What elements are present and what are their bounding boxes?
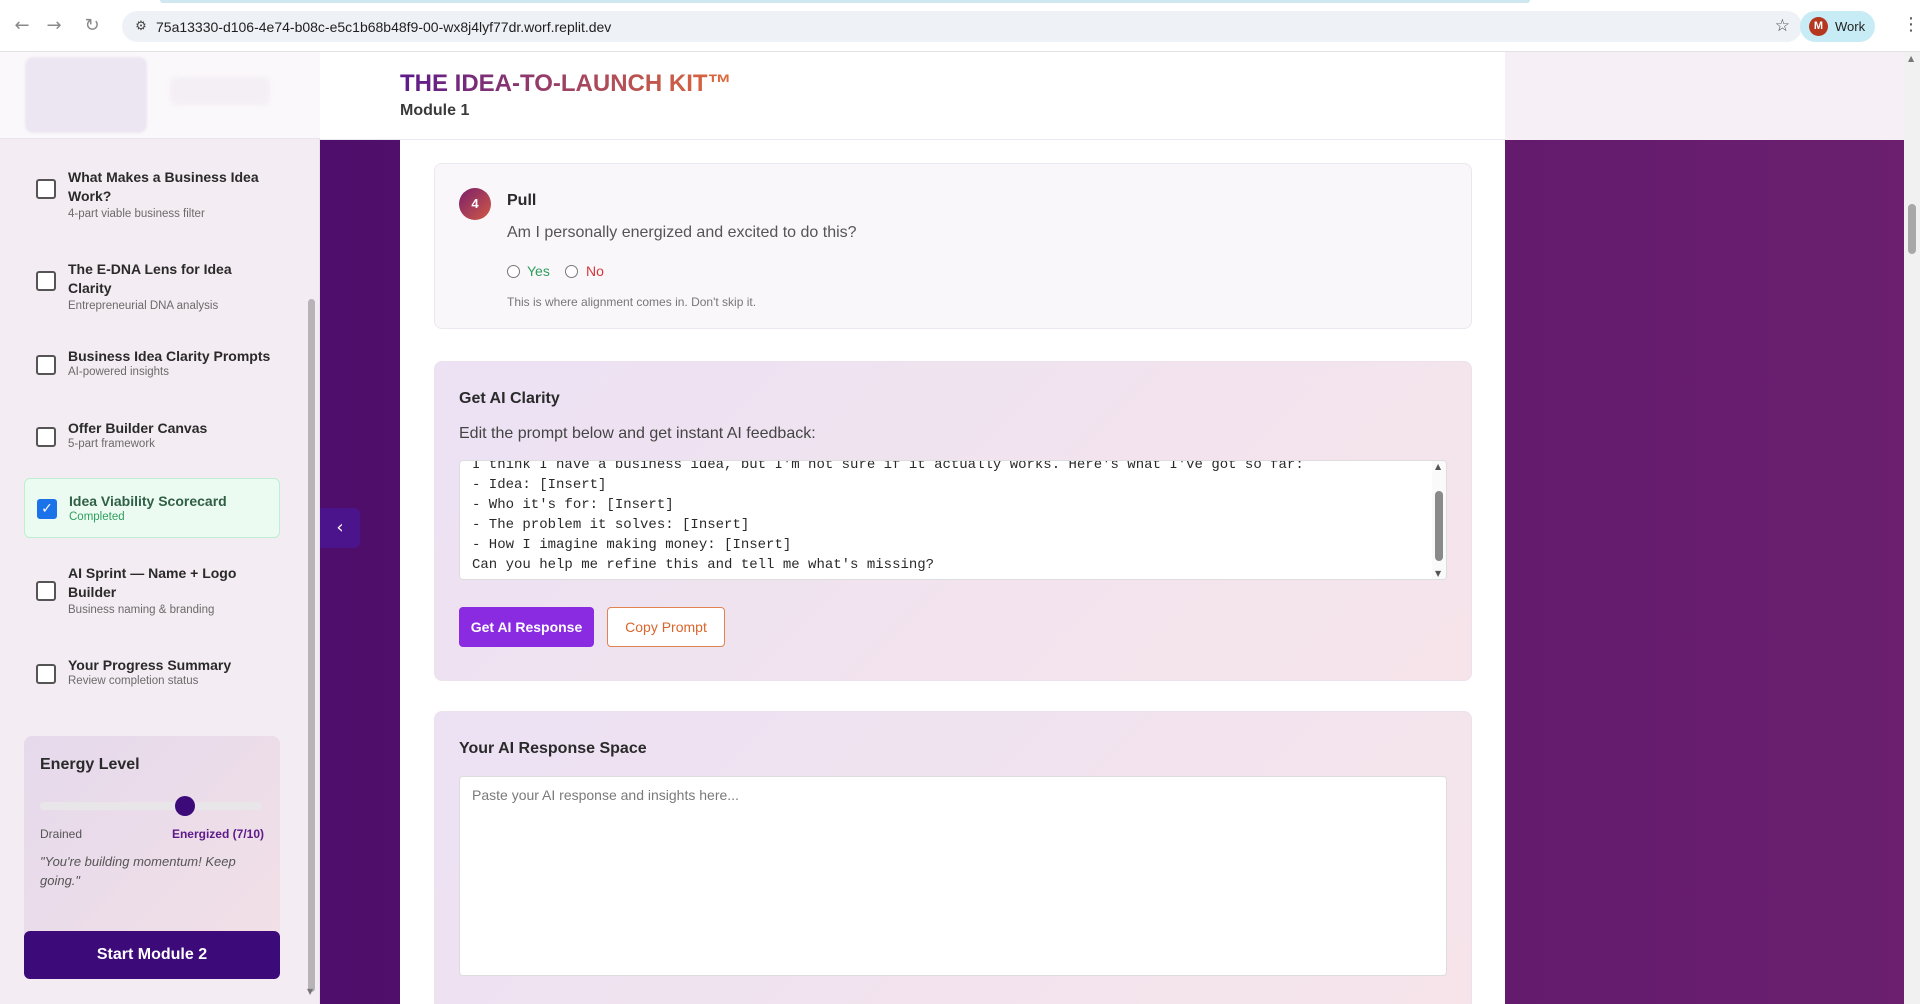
start-module-button[interactable]: Start Module 2 [24, 931, 280, 979]
url-text[interactable]: 75a13330-d106-4e74-b08c-e5c1b68b48f9-00-… [156, 19, 611, 35]
header-glow [1505, 52, 1905, 140]
profile-label: Work [1835, 19, 1866, 34]
copy-prompt-button[interactable]: Copy Prompt [607, 607, 725, 647]
prompt-line: - The problem it solves: [Insert] [472, 517, 750, 533]
prompt-line: - Who it's for: [Insert] [472, 497, 674, 513]
page-load-bar [160, 0, 1530, 3]
scroll-down-icon[interactable]: ▼ [307, 987, 313, 996]
ai-response-textarea[interactable] [459, 776, 1447, 976]
ai-clarity-subtitle: Edit the prompt below and get instant AI… [459, 425, 816, 442]
energy-high-label: Energized (7/10) [171, 827, 264, 841]
lesson-title: What Makes a Business Idea Work? [68, 169, 259, 204]
scroll-up-icon[interactable]: ▲ [1435, 462, 1441, 471]
lesson-item[interactable]: Business Idea Clarity Prompts AI-powered… [24, 344, 280, 396]
site-settings-icon[interactable]: ⚙ [132, 18, 150, 36]
profile-chip[interactable]: M Work [1800, 11, 1875, 42]
question-hint: This is where alignment comes in. Don't … [507, 295, 757, 309]
yes-radio[interactable] [507, 265, 520, 278]
prompt-line: - How I imagine making money: [Insert] [472, 537, 792, 553]
sidebar-header-card [25, 57, 147, 133]
module-label: Module 1 [400, 102, 470, 119]
energy-title: Energy Level [40, 756, 140, 773]
energy-quote: "You're building momentum! Keep going." [40, 854, 236, 888]
scroll-up-icon[interactable]: ▲ [1908, 54, 1914, 63]
page: THE IDEA-TO-LAUNCH KIT™ Module 1 What Ma… [0, 52, 1905, 1004]
yes-label[interactable]: Yes [527, 263, 550, 279]
lesson-item-completed[interactable]: ✓ Idea Viability Scorecard Completed [24, 478, 280, 538]
prompt-textarea[interactable]: I think I have a business idea, but I'm … [459, 460, 1447, 580]
sidebar-scrollbar[interactable]: ▼ [304, 139, 320, 1004]
energy-low-label: Drained [40, 827, 83, 841]
lesson-title: Business Idea Clarity Prompts [68, 348, 271, 364]
browser-toolbar: ← → ↻ ⚙ 75a13330-d106-4e74-b08c-e5c1b68b… [0, 0, 1920, 52]
lesson-checkbox[interactable] [36, 355, 56, 375]
sidebar: What Makes a Business Idea Work? 4-part … [0, 52, 320, 1004]
lesson-status: Completed [69, 511, 125, 523]
question-title: Pull [507, 192, 537, 209]
lesson-item[interactable]: What Makes a Business Idea Work? 4-part … [24, 160, 280, 232]
lesson-subtitle: Entrepreneurial DNA analysis [68, 300, 219, 312]
no-label[interactable]: No [586, 263, 604, 279]
bookmark-star-icon[interactable]: ☆ [1775, 16, 1790, 36]
lesson-title: Offer Builder Canvas [68, 420, 208, 436]
lesson-checkbox[interactable] [36, 271, 56, 291]
lesson-item[interactable]: AI Sprint — Name + Logo Builder Business… [24, 562, 280, 634]
lesson-checkbox-checked[interactable]: ✓ [37, 499, 57, 519]
prompt-line: - Idea: [Insert] [472, 477, 607, 493]
lesson-item[interactable]: Offer Builder Canvas 5-part framework [24, 416, 280, 468]
prompt-scrollbar[interactable]: ▲ ▼ [1432, 461, 1446, 579]
no-radio[interactable] [565, 265, 578, 278]
question-number-badge: 4 [459, 188, 491, 220]
lesson-item[interactable]: Your Progress Summary Review completion … [24, 653, 280, 705]
ai-clarity-card: Get AI Clarity Edit the prompt below and… [434, 361, 1472, 681]
question-card: 4 Pull Am I personally energized and exc… [434, 163, 1472, 329]
sidebar-header [0, 52, 320, 139]
lesson-checkbox[interactable] [36, 179, 56, 199]
page-scrollbar[interactable]: ▲ [1904, 52, 1920, 1004]
sidebar-scroll-thumb[interactable] [308, 299, 315, 992]
energy-level-card: Energy Level Drained Energized (7/10) "Y… [24, 736, 280, 960]
prompt-line: I think I have a business idea, but I'm … [472, 460, 1304, 473]
lesson-subtitle: Business naming & branding [68, 604, 215, 616]
lesson-subtitle: AI-powered insights [68, 366, 169, 378]
scroll-down-icon[interactable]: ▼ [1435, 569, 1441, 578]
forward-icon[interactable]: → [42, 14, 66, 38]
prompt-line: Can you help me refine this and tell me … [472, 557, 935, 573]
reload-icon[interactable]: ↻ [80, 14, 104, 38]
lesson-subtitle: 5-part framework [68, 438, 155, 450]
prompt-text[interactable]: I think I have a business idea, but I'm … [472, 460, 1304, 575]
lesson-title: The E-DNA Lens for Idea Clarity [68, 261, 232, 296]
lesson-title: AI Sprint — Name + Logo Builder [68, 565, 237, 600]
chevron-left-icon: ‹ [336, 517, 344, 538]
lesson-subtitle: Review completion status [68, 675, 199, 687]
lesson-checkbox[interactable] [36, 427, 56, 447]
address-bar[interactable]: ⚙ 75a13330-d106-4e74-b08c-e5c1b68b48f9-0… [122, 11, 1802, 42]
browser-menu-icon[interactable]: ⋮ [1902, 14, 1920, 35]
lesson-checkbox[interactable] [36, 664, 56, 684]
lesson-title: Your Progress Summary [68, 657, 232, 673]
collapse-sidebar-button[interactable]: ‹ [320, 508, 360, 548]
back-icon[interactable]: ← [10, 14, 34, 38]
energy-slider-handle[interactable] [175, 796, 196, 816]
ai-response-title: Your AI Response Space [459, 740, 647, 757]
ai-response-card: Your AI Response Space [434, 711, 1472, 1004]
lesson-item[interactable]: The E-DNA Lens for Idea Clarity Entrepre… [24, 252, 280, 324]
question-text: Am I personally energized and excited to… [507, 224, 857, 241]
page-scroll-thumb[interactable] [1908, 204, 1916, 254]
brand-title: THE IDEA-TO-LAUNCH KIT™ [400, 70, 732, 97]
prompt-scroll-thumb[interactable] [1435, 491, 1443, 561]
lesson-checkbox[interactable] [36, 581, 56, 601]
lesson-subtitle: 4-part viable business filter [68, 208, 205, 220]
sidebar-header-tab [170, 77, 270, 105]
avatar: M [1809, 17, 1828, 36]
get-ai-response-button[interactable]: Get AI Response [459, 607, 594, 647]
app-header: THE IDEA-TO-LAUNCH KIT™ Module 1 [320, 52, 1905, 140]
energy-slider-track[interactable] [40, 802, 262, 810]
lesson-title: Idea Viability Scorecard [69, 493, 227, 509]
ai-clarity-title: Get AI Clarity [459, 390, 560, 407]
